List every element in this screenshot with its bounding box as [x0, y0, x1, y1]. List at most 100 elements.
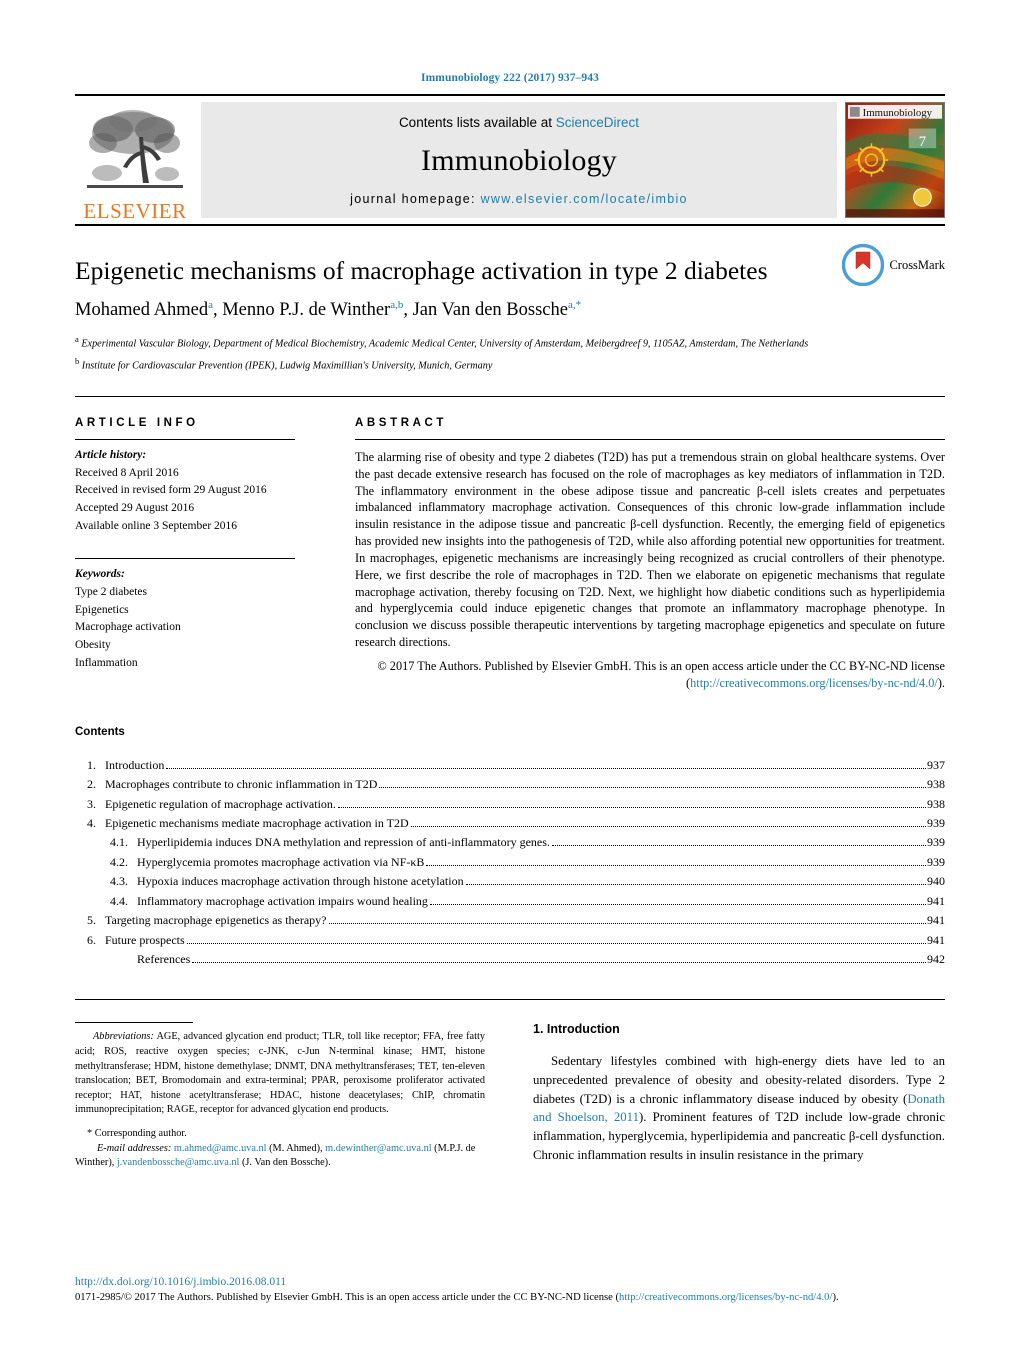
doi-link[interactable]: http://dx.doi.org/10.1016/j.imbio.2016.0…: [75, 1276, 945, 1288]
toc-number: 4.2.: [110, 854, 128, 869]
toc-label[interactable]: Hyperglycemia promotes macrophage activa…: [137, 853, 424, 872]
toc-row[interactable]: 2. Macrophages contribute to chronic infl…: [75, 775, 945, 794]
toc-page: 938: [927, 777, 945, 792]
toc-row[interactable]: 6. Future prospects 941: [75, 931, 945, 950]
table-of-contents: 1. Introduction 937 2. Macrophages contribu…: [75, 756, 945, 970]
introduction-heading: 1. Introduction: [533, 1022, 620, 1037]
toc-leader: [337, 806, 926, 808]
corresponding-author-text: * Corresponding author.: [87, 1128, 187, 1140]
toc-label[interactable]: Hyperlipidemia induces DNA methylation a…: [137, 833, 550, 852]
toc-leader: [551, 845, 926, 847]
info-section-rule: [75, 395, 945, 397]
copyright-text-end: ).: [937, 675, 945, 690]
crossmark-badge[interactable]: CrossMark: [842, 243, 945, 287]
contents-available-line: Contents lists available at ScienceDirec…: [399, 115, 639, 130]
sciencedirect-link[interactable]: ScienceDirect: [556, 115, 639, 130]
toc-page: 937: [927, 757, 945, 772]
toc-label[interactable]: Macrophages contribute to chronic inflam…: [105, 775, 377, 794]
paper-page: Immunobiology 222 (2017) 937–943 ELSEVIE…: [0, 0, 1020, 1351]
toc-leader: [465, 884, 926, 886]
toc-row[interactable]: 4.2. Hyperglycemia promotes macrophage ac…: [75, 853, 945, 872]
article-info-rule: [75, 438, 295, 440]
toc-leader: [426, 864, 926, 866]
toc-page: 940: [927, 874, 945, 889]
running-head: Immunobiology 222 (2017) 937–943: [421, 72, 599, 84]
info-abstract-row: ARTICLE INFO Article history: Received 8…: [75, 417, 945, 692]
toc-leader: [379, 787, 926, 789]
journal-cover-thumbnail: Immunobiology 7: [845, 102, 945, 218]
toc-number: 3.: [87, 796, 96, 811]
toc-label[interactable]: Hypoxia induces macrophage activation th…: [137, 872, 464, 891]
toc-row[interactable]: 4.4. Inflammatory macrophage activation i…: [75, 892, 945, 911]
bottom-columns: Abbreviations: AGE, advanced glycation e…: [75, 1022, 945, 1170]
journal-homepage-line: journal homepage: www.elsevier.com/locat…: [350, 192, 688, 206]
toc-page: 942: [927, 952, 945, 966]
toc-number: 4.4.: [110, 893, 128, 908]
contents-heading: Contents: [75, 725, 125, 738]
cc-license-link[interactable]: http://creativecommons.org/licenses/by-n…: [690, 676, 938, 690]
abstract-heading: ABSTRACT: [355, 416, 448, 429]
author-list: Mohamed Ahmeda, Menno P.J. de Winthera,b…: [75, 299, 582, 321]
keyword-item: Inflammation: [75, 656, 138, 669]
abstract-copyright: © 2017 The Authors. Published by Elsevie…: [355, 658, 945, 692]
toc-row[interactable]: 3. Epigenetic regulation of macrophage ac…: [75, 795, 945, 814]
toc-page: 939: [927, 854, 945, 869]
toc-page: 939: [927, 815, 945, 830]
footnote-rule: [75, 1022, 193, 1024]
article-info-column: ARTICLE INFO Article history: Received 8…: [75, 417, 315, 692]
toc-label[interactable]: Future prospects: [105, 931, 185, 950]
email-owner: (J. Van den Bossche): [241, 1157, 329, 1169]
toc-label[interactable]: Epigenetic mechanisms mediate macrophage…: [105, 814, 409, 833]
masthead-center: Contents lists available at ScienceDirec…: [201, 102, 837, 218]
toc-row[interactable]: 4.1. Hyperlipidemia induces DNA methylati…: [75, 833, 945, 852]
toc-page: 941: [927, 932, 945, 947]
crossmark-label: CrossMark: [889, 257, 945, 272]
toc-number: 6.: [87, 932, 96, 947]
history-item: Available online 3 September 2016: [75, 520, 238, 533]
contents-available-text: Contents lists available at: [398, 114, 556, 130]
email-owner: (M. Ahmed): [269, 1142, 321, 1154]
abstract-text: The alarming rise of obesity and type 2 …: [355, 449, 945, 650]
toc-row[interactable]: 4.3. Hypoxia induces macrophage activatio…: [75, 872, 945, 891]
toc-row[interactable]: References 942: [75, 950, 945, 969]
abbreviations-note: Abbreviations: AGE, advanced glycation e…: [75, 1030, 485, 1118]
toc-row[interactable]: 1. Introduction 937: [75, 756, 945, 775]
footer-cc-license-link[interactable]: http://creativecommons.org/licenses/by-n…: [619, 1292, 832, 1303]
toc-row[interactable]: 5. Targeting macrophage epigenetics as th…: [75, 911, 945, 930]
email-link[interactable]: m.ahmed@amc.uva.nl: [174, 1143, 267, 1154]
abstract-column: ABSTRACT The alarming rise of obesity an…: [315, 417, 945, 692]
svg-text:7: 7: [919, 134, 926, 150]
toc-label[interactable]: Introduction: [105, 756, 164, 775]
toc-label[interactable]: Inflammatory macrophage activation impai…: [137, 892, 428, 911]
keyword-item: Macrophage activation: [75, 621, 181, 634]
body-divider-rule: [75, 999, 945, 1001]
contents-section: Contents 1. Introduction 937 2. Macrophages…: [75, 726, 945, 970]
toc-label[interactable]: References: [137, 950, 190, 969]
page-title: Epigenetic mechanisms of macrophage acti…: [75, 256, 768, 285]
history-item: Accepted 29 August 2016: [75, 502, 195, 515]
journal-masthead: ELSEVIER Contents lists available at Sci…: [75, 96, 945, 224]
toc-number: 4.1.: [110, 835, 128, 850]
keywords-rule: [75, 557, 295, 559]
email-link[interactable]: j.vandenbossche@amc.uva.nl: [117, 1157, 239, 1168]
toc-number: 4.3.: [110, 874, 128, 889]
toc-leader: [429, 903, 926, 905]
toc-page: 939: [927, 835, 945, 850]
keyword-item: Obesity: [75, 639, 111, 652]
article-history-label: Article history:: [75, 448, 147, 461]
toc-leader: [192, 962, 926, 963]
license-text-post: ).: [832, 1291, 839, 1303]
page-footer: http://dx.doi.org/10.1016/j.imbio.2016.0…: [75, 1276, 945, 1305]
toc-label[interactable]: Targeting macrophage epigenetics as ther…: [105, 911, 327, 930]
crossmark-icon: [842, 243, 885, 287]
toc-row[interactable]: 4. Epigenetic mechanisms mediate macropha…: [75, 814, 945, 833]
elsevier-tree-icon: [83, 107, 187, 199]
history-item: Received 8 April 2016: [75, 466, 179, 479]
toc-label[interactable]: Epigenetic regulation of macrophage acti…: [105, 795, 336, 814]
toc-page: 941: [927, 893, 945, 908]
toc-number: 1.: [87, 757, 96, 772]
introduction-text-pre: Sedentary lifestyles combined with high-…: [533, 1054, 945, 1106]
license-text-pre: 0171-2985/© 2017 The Authors. Published …: [75, 1291, 620, 1303]
email-link[interactable]: m.dewinther@amc.uva.nl: [325, 1143, 431, 1154]
journal-homepage-link[interactable]: www.elsevier.com/locate/imbio: [481, 192, 688, 206]
